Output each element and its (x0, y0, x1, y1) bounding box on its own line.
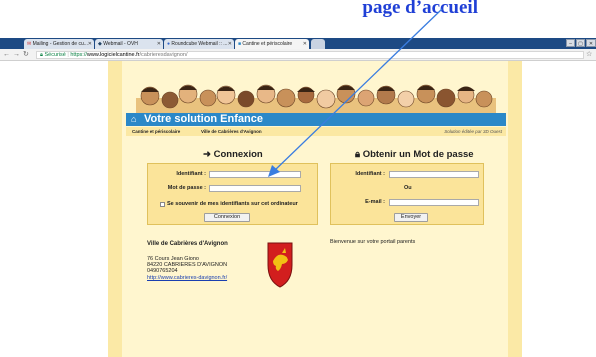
reset-identifiant-input[interactable] (389, 171, 479, 178)
close-icon[interactable]: ✕ (88, 39, 92, 49)
email-label: E-mail : (365, 199, 385, 205)
coat-of-arms-logo (267, 242, 293, 288)
login-panel: Identifiant : Mot de passe : Se souvenir… (147, 163, 318, 225)
browser-tab-roundcube[interactable]: ● Roundcube Webmail :: ... ✕ (164, 39, 234, 49)
reset-identifiant-label: Identifiant : (355, 171, 385, 177)
tab-label: Roundcube Webmail :: ... (171, 41, 228, 47)
page-icon: ■ (238, 41, 242, 47)
caption-area: page d’accueil (0, 0, 596, 34)
lock-icon: 🔒︎ (355, 149, 361, 160)
close-icon[interactable]: ✕ (228, 39, 232, 49)
login-title: ➜ Connexion (203, 149, 263, 160)
webmail-icon: ◆ (98, 41, 102, 47)
reset-password-panel: Identifiant : Ou E-mail : Envoyer (330, 163, 484, 225)
identifiant-label: Identifiant : (176, 171, 206, 177)
tab-label: Webmail - OVH (103, 41, 138, 47)
reset-title-text: Obtenir un Mot de passe (362, 149, 474, 160)
home-icon[interactable]: ⌂ (131, 114, 136, 125)
browser-tab-cantine[interactable]: ■ Cantine et périscolaire ✕ (235, 39, 309, 49)
connexion-button[interactable]: Connexion (204, 213, 250, 222)
commune-name: Ville de Cabrières d'Avignon (147, 241, 228, 247)
website-link[interactable]: http://www.cabrieres-davignon.fr/ (147, 274, 227, 282)
back-icon[interactable]: ← (3, 50, 10, 60)
close-window-icon[interactable]: ✕ (586, 39, 596, 47)
banner-children-image (126, 80, 506, 114)
site-title: Votre solution Enfance (144, 113, 263, 125)
roundcube-icon: ● (167, 41, 171, 47)
reload-icon[interactable]: ↻ (23, 50, 29, 60)
sub-navigation: Cantine et périscolaire Ville de Cabrièr… (126, 127, 506, 136)
page-border-left (108, 61, 122, 357)
password-input[interactable] (209, 185, 301, 192)
url-path: /cabrieresdavignon/ (139, 52, 188, 58)
site-header: ⌂ Votre solution Enfance (126, 113, 506, 126)
url-scheme: https:// (70, 52, 87, 58)
page-border-right (508, 61, 522, 357)
remember-label: Se souvenir de mes identifiants sur cet … (167, 201, 298, 207)
browser-tab-mailing[interactable]: ✉ Mailing - Gestion de cu... ✕ (24, 39, 94, 49)
reset-title: 🔒︎ Obtenir un Mot de passe (355, 149, 474, 160)
url-input[interactable]: 🔒︎ Sécurisé | https://www.logicielcantin… (36, 51, 584, 59)
password-label: Mot de passe : (167, 185, 206, 191)
mail-icon: ✉ (27, 41, 32, 47)
tab-label: Cantine et périscolaire (242, 41, 293, 47)
url-host: www.logicielcantine.fr (86, 52, 140, 58)
minimize-icon[interactable]: – (566, 39, 575, 47)
email-input[interactable] (389, 199, 479, 206)
edited-by-label: Solution éditée par 3D Ouest (444, 129, 502, 134)
identifiant-input[interactable] (209, 171, 301, 178)
nav-cantine-link[interactable]: Cantine et périscolaire (132, 127, 180, 136)
envoyer-button[interactable]: Envoyer (394, 213, 428, 222)
new-tab-button[interactable] (311, 39, 325, 49)
welcome-message: Bienvenue sur votre portail parents (330, 239, 416, 245)
browser-tab-strip: ✉ Mailing - Gestion de cu... ✕ ◆ Webmail… (0, 38, 596, 49)
or-label: Ou (404, 185, 412, 191)
maximize-icon[interactable]: ▢ (576, 39, 585, 47)
banner-children-drawing (136, 84, 496, 114)
bookmark-star-icon[interactable]: ☆ (586, 50, 592, 60)
login-title-text: Connexion (213, 149, 263, 160)
address-bar: ← → ↻ 🔒︎ Sécurisé | https://www.logiciel… (0, 49, 596, 61)
login-icon: ➜ (203, 149, 211, 160)
close-icon[interactable]: ✕ (157, 39, 161, 49)
nav-commune-link[interactable]: Ville de Cabrières d'Avignon (201, 127, 262, 136)
browser-tab-webmail[interactable]: ◆ Webmail - OVH ✕ (95, 39, 163, 49)
lock-icon: 🔒︎ (40, 52, 43, 58)
caption-text: page d’accueil (362, 0, 478, 18)
secure-label: Sécurisé (44, 52, 66, 58)
tab-label: Mailing - Gestion de cu... (32, 41, 88, 47)
forward-icon[interactable]: → (13, 50, 20, 60)
remember-checkbox[interactable] (160, 202, 165, 207)
close-icon[interactable]: ✕ (303, 39, 307, 49)
